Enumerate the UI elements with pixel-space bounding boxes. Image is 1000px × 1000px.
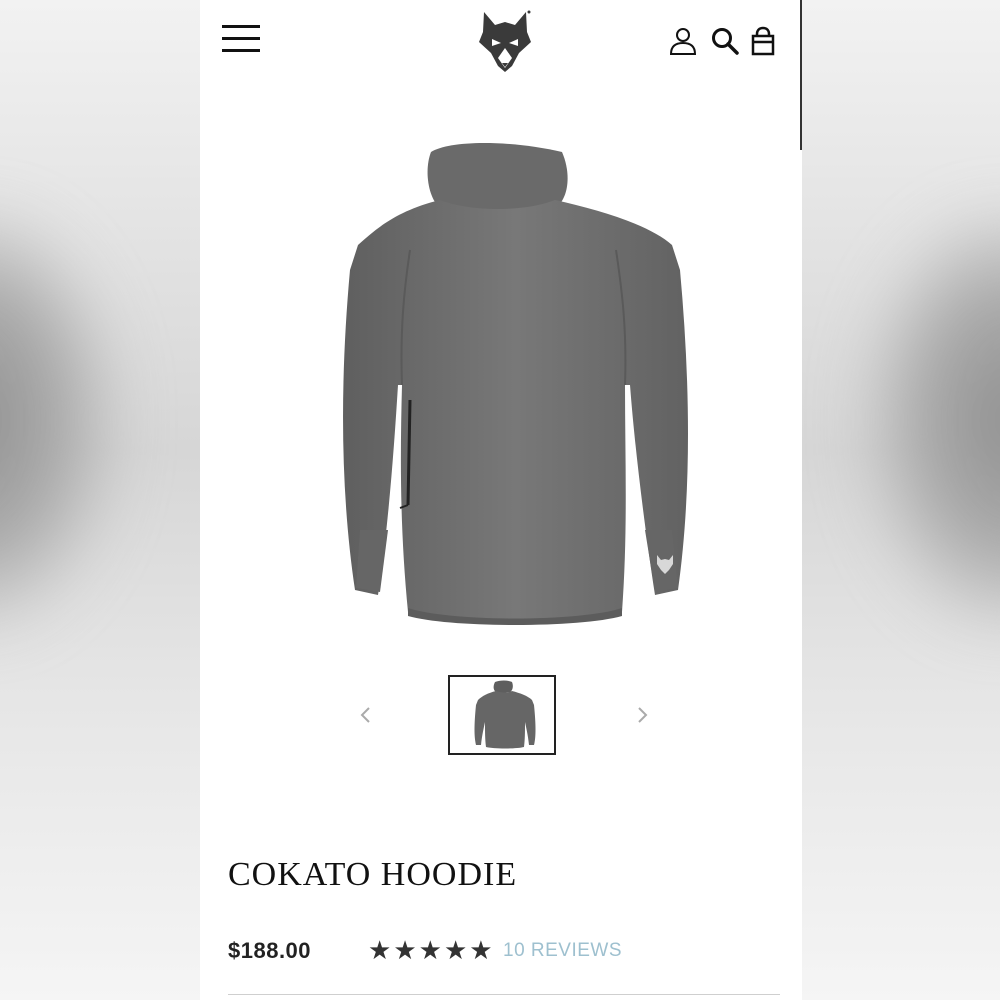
star-icon: ★: [469, 936, 493, 966]
star-icon: ★: [443, 936, 468, 966]
divider: [228, 994, 780, 995]
chevron-left-icon[interactable]: [354, 700, 378, 730]
blurred-backdrop-left: [0, 0, 200, 1000]
star-rating[interactable]: ★ ★ ★ ★ ★: [368, 936, 493, 966]
mobile-product-page: COKATO HOODIE $188.00 ★ ★ ★ ★ ★ 10 REVIE…: [200, 0, 802, 1000]
wolf-head-logo[interactable]: [478, 8, 532, 74]
shopping-bag-icon[interactable]: [748, 26, 778, 56]
star-icon: ★: [418, 936, 442, 966]
top-navigation-bar: [200, 0, 802, 80]
thumbnail-hoodie-image: [474, 680, 536, 749]
hamburger-menu-icon[interactable]: [222, 25, 260, 53]
gray-hoodie-product-photo: [343, 143, 688, 625]
star-icon: ★: [393, 936, 417, 966]
star-icon: ★: [368, 936, 392, 966]
user-icon[interactable]: [668, 26, 698, 56]
search-icon[interactable]: [710, 26, 740, 56]
screenshot-frame: COKATO HOODIE $188.00 ★ ★ ★ ★ ★ 10 REVIE…: [0, 0, 1000, 1000]
product-title: COKATO HOODIE: [228, 856, 518, 893]
blurred-backdrop-right: [802, 0, 1000, 1000]
product-price: $188.00: [228, 938, 312, 963]
reviews-link[interactable]: 10 REVIEWS: [503, 940, 622, 962]
gray-hoodie-thumbnail[interactable]: [448, 675, 556, 755]
scrollbar[interactable]: [800, 0, 802, 150]
chevron-right-icon[interactable]: [630, 700, 654, 730]
